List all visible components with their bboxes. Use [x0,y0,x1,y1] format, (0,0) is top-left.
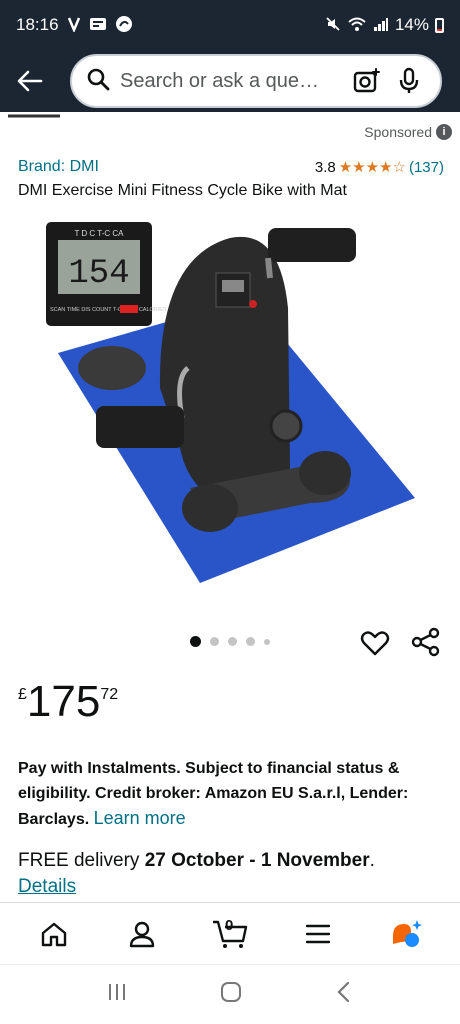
rufus-icon[interactable] [383,911,429,957]
product-title: DMI Exercise Mini Fitness Cycle Bike wit… [18,182,347,199]
status-right: 14% [325,15,444,35]
price-fraction: 72 [100,686,119,703]
price: £ 175 72 [18,678,118,726]
notification-icon [89,16,107,35]
camera-lens-icon[interactable] [350,64,384,98]
rating-summary[interactable]: 3.8 ★★★★☆ (137) [314,158,444,177]
instalments-info: Pay with Instalments. Subject to financi… [18,756,428,832]
product-image[interactable]: T D C T-C CA 154 SCAN TIME DIS COUNT T-C… [40,218,420,598]
details-link[interactable]: Details [18,876,76,897]
home-button-icon[interactable] [219,980,243,1009]
price-symbol: £ [18,686,27,703]
previous-image-sliver [8,114,60,118]
bike-display-screen [222,280,244,292]
info-icon: i [436,124,452,140]
share-icon[interactable] [410,626,442,658]
monitor-button [120,305,138,313]
cart-count: 0 [225,916,234,934]
tension-knob [269,409,303,443]
wifi-icon [347,16,367,35]
carousel-dot-4[interactable] [246,637,255,646]
review-count: (137) [408,158,444,176]
system-nav-bar [0,964,460,1024]
instalments-text: Pay with Instalments. Subject to financi… [18,760,409,828]
rating-value: 3.8 [314,158,336,176]
search-header [0,50,460,112]
signal-icon [373,16,389,35]
crank-right [265,257,273,279]
search-input[interactable] [120,69,342,93]
status-left: 18:16 [16,15,133,36]
sponsored-label[interactable]: Sponsored i [364,124,452,140]
delivery-prefix: FREE delivery [18,850,145,871]
battery-percent: 14% [394,15,429,34]
bike-red-button [249,300,257,308]
heart-icon[interactable] [360,628,390,658]
microphone-icon[interactable] [392,64,426,98]
bottom-nav: 0 [0,902,460,964]
pedal-left [96,406,184,448]
v-icon [67,16,81,35]
delivery-dates: 27 October - 1 November [144,850,370,871]
app-icon [115,15,133,36]
pedal-right [268,228,356,262]
cart-icon[interactable]: 0 [207,911,253,957]
back-button-icon[interactable] [334,980,354,1009]
monitor-reading: 154 [68,255,129,293]
carousel-dot-3[interactable] [228,637,237,646]
menu-icon[interactable] [295,911,341,957]
delivery-info: FREE delivery 27 October - 1 November. D… [18,848,438,900]
star-rating-icon: ★★★★☆ [338,159,406,176]
sponsored-text: Sponsored [364,124,432,140]
carousel-dot-2[interactable] [210,637,219,646]
carousel-dot-1[interactable] [190,636,201,647]
learn-more-link[interactable]: Learn more [94,808,186,828]
monitor-footer: SCAN TIME DIS COUNT T-COUNT CALORIES [50,307,167,313]
status-bar: 18:16 14% [0,0,460,50]
search-icon [86,67,110,96]
brand-row: Brand: DMI 3.8 ★★★★☆ (137) [18,158,444,176]
delivery-suffix: . [369,850,375,871]
search-box[interactable] [70,54,442,108]
mute-icon [325,16,341,35]
carousel-dot-5[interactable] [264,638,270,645]
rear-foot-left [78,346,146,390]
battery-icon [435,17,444,33]
recent-apps-icon[interactable] [106,981,128,1008]
status-time: 18:16 [16,15,59,34]
back-arrow-icon[interactable] [10,61,50,101]
monitor-labels: T D C T-C CA [74,229,124,238]
home-icon[interactable] [31,911,77,957]
front-foot-right [299,451,351,495]
price-whole: 175 [26,677,101,726]
account-icon[interactable] [119,911,165,957]
brand-link[interactable]: Brand: DMI [18,158,99,176]
product-content: Sponsored i Brand: DMI 3.8 ★★★★☆ (137) D… [0,112,460,902]
image-carousel-dots[interactable] [0,636,460,647]
front-foot-left [182,484,238,532]
